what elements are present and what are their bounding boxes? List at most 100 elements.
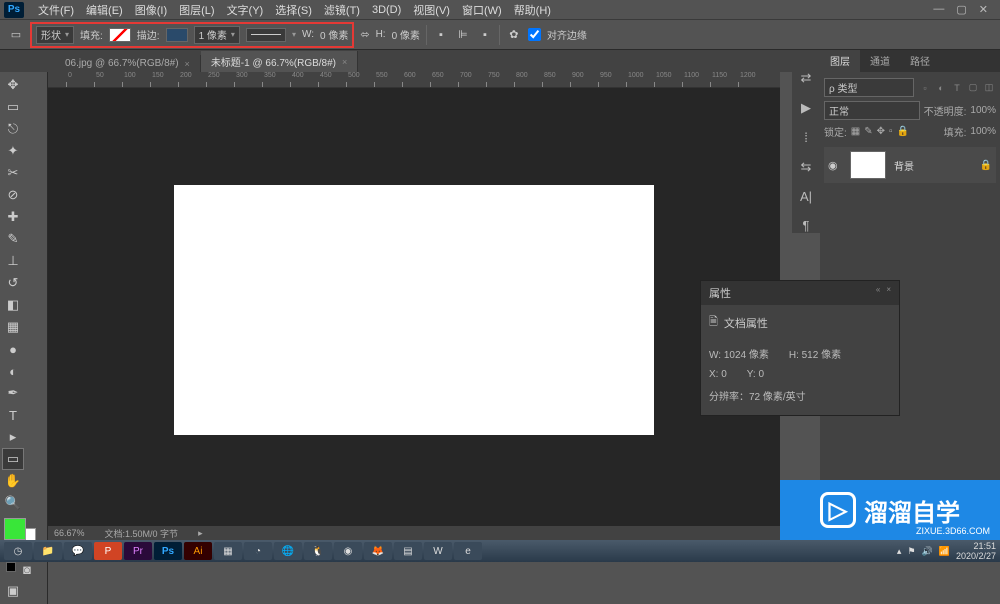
taskbar-firefox[interactable]: 🦊 (364, 542, 392, 560)
zoom-level[interactable]: 66.67% (54, 528, 85, 538)
paragraph-icon[interactable]: ¶ (803, 218, 810, 233)
tray-icon[interactable]: 🔊 (922, 546, 933, 557)
tray-icon[interactable]: 📶 (939, 546, 950, 557)
lock-pixels-icon[interactable]: ▦ (851, 126, 860, 137)
tab-channels[interactable]: 通道 (860, 50, 900, 72)
taskbar-wps[interactable]: W (424, 542, 452, 560)
blend-mode-dropdown[interactable]: 正常 (824, 101, 920, 120)
stroke-swatch[interactable] (166, 28, 188, 42)
type-tool[interactable]: T (2, 404, 24, 426)
lock-position-icon[interactable]: ✎ (864, 126, 872, 137)
close-icon[interactable]: × (185, 59, 190, 69)
align-edges-checkbox[interactable] (528, 28, 541, 41)
filter-icon[interactable]: T (950, 81, 964, 95)
history-icon[interactable]: ⇄ (801, 70, 812, 86)
stroke-width-input[interactable]: 1 像素 ▾ (194, 26, 240, 44)
menu-3d[interactable]: 3D(D) (366, 2, 407, 18)
link-icon[interactable]: ⬄ (360, 28, 369, 41)
taskbar-app[interactable]: ◔ (244, 542, 272, 560)
tab-doc-1[interactable]: 06.jpg @ 66.7%(RGB/8#) × (55, 55, 201, 72)
taskbar-app[interactable]: ▤ (394, 542, 422, 560)
pen-tool[interactable]: ✒ (2, 382, 24, 404)
lock-all-icon[interactable]: 🔒 (897, 126, 909, 137)
canvas[interactable] (174, 185, 654, 435)
fill-swatch[interactable] (109, 28, 131, 42)
collapse-icon[interactable]: « (876, 285, 880, 301)
close-icon[interactable]: × (886, 285, 891, 301)
swap-icon[interactable]: ⇆ (801, 159, 812, 175)
fill-value[interactable]: 100% (970, 126, 996, 137)
stroke-style-dropdown[interactable] (246, 28, 286, 42)
filter-icon[interactable]: ▫ (918, 81, 932, 95)
play-icon[interactable]: ▶ (801, 100, 811, 116)
filter-icon[interactable]: ◐ (934, 81, 948, 95)
hand-tool[interactable]: ✋ (2, 470, 24, 492)
history-brush-tool[interactable]: ↺ (2, 272, 24, 294)
visibility-icon[interactable]: ◉ (828, 159, 842, 172)
height-value[interactable]: 0 像素 (392, 27, 420, 42)
move-tool[interactable]: ✥ (2, 74, 24, 96)
tab-paths[interactable]: 路径 (900, 50, 940, 72)
taskbar-photoshop[interactable]: Ps (154, 542, 182, 560)
menu-window[interactable]: 窗口(W) (456, 0, 508, 20)
layer-thumbnail[interactable] (850, 151, 886, 179)
brush-tool[interactable]: ✎ (2, 228, 24, 250)
screenmode-icon[interactable]: ▣ (2, 580, 24, 602)
eraser-tool[interactable]: ◧ (2, 294, 24, 316)
taskbar-illustrator[interactable]: Ai (184, 542, 212, 560)
lock-move-icon[interactable]: ✥ (877, 126, 885, 137)
crop-tool[interactable]: ✂ (2, 162, 24, 184)
char-icon[interactable]: A| (800, 189, 812, 204)
opacity-value[interactable]: 100% (970, 105, 996, 116)
tray-icon[interactable]: ⚑ (907, 546, 915, 557)
eyedropper-tool[interactable]: ⊘ (2, 184, 24, 206)
stamp-tool[interactable]: ⊥ (2, 250, 24, 272)
zoom-tool[interactable]: 🔍 (2, 492, 24, 514)
menu-view[interactable]: 视图(V) (407, 0, 456, 20)
align-icon[interactable]: ⊫ (455, 27, 471, 43)
doc-info[interactable]: 文档:1.50M/0 字节 (105, 527, 179, 540)
taskbar-powerpoint[interactable]: P (94, 542, 122, 560)
tab-layers[interactable]: 图层 (820, 50, 860, 72)
tab-doc-2[interactable]: 未标题-1 @ 66.7%(RGB/8#) × (201, 51, 358, 72)
heal-tool[interactable]: ✚ (2, 206, 24, 228)
taskbar-ie[interactable]: e (454, 542, 482, 560)
blur-tool[interactable]: ● (2, 338, 24, 360)
gradient-tool[interactable]: ▦ (2, 316, 24, 338)
taskbar-wechat[interactable]: 💬 (64, 542, 92, 560)
taskbar-qq[interactable]: 🐧 (304, 542, 332, 560)
menu-edit[interactable]: 编辑(E) (80, 0, 129, 20)
properties-header[interactable]: 属性 «× (701, 281, 899, 305)
wand-tool[interactable]: ✦ (2, 140, 24, 162)
default-colors-icon[interactable] (6, 562, 16, 572)
dodge-tool[interactable]: ◐ (2, 360, 24, 382)
canvas-area[interactable] (48, 88, 780, 532)
taskbar-start[interactable]: ◷ (4, 542, 32, 560)
filter-type-dropdown[interactable]: ρ 类型 (824, 78, 914, 97)
lock-artboard-icon[interactable]: ▫ (889, 126, 893, 137)
menu-layer[interactable]: 图层(L) (173, 0, 220, 20)
path-select-tool[interactable]: ▸ (2, 426, 24, 448)
menu-select[interactable]: 选择(S) (269, 0, 318, 20)
taskbar-app[interactable]: 🌐 (274, 542, 302, 560)
lock-icon[interactable]: 🔒 (980, 160, 992, 171)
taskbar-premiere[interactable]: Pr (124, 542, 152, 560)
rectangle-tool[interactable]: ▭ (2, 448, 24, 470)
close-icon[interactable]: × (342, 57, 347, 67)
menu-filter[interactable]: 滤镜(T) (318, 0, 366, 20)
taskbar-explorer[interactable]: 📁 (34, 542, 62, 560)
menu-type[interactable]: 文字(Y) (221, 0, 270, 20)
filter-icon[interactable]: ▢ (966, 81, 980, 95)
tool-preset-icon[interactable]: ▭ (8, 27, 24, 43)
layer-name[interactable]: 背景 (894, 158, 914, 173)
gear-icon[interactable]: ✿ (506, 27, 522, 43)
menu-help[interactable]: 帮助(H) (508, 0, 557, 20)
arrange-icon[interactable]: ▪ (477, 27, 493, 43)
filter-icon[interactable]: ◫ (982, 81, 996, 95)
marquee-tool[interactable]: ▭ (2, 96, 24, 118)
fg-color-swatch[interactable] (4, 518, 26, 540)
menu-file[interactable]: 文件(F) (32, 0, 80, 20)
taskbar-chrome[interactable]: ◉ (334, 542, 362, 560)
chevron-right-icon[interactable]: ▸ (198, 528, 203, 539)
minimize-icon[interactable]: — (933, 3, 944, 16)
